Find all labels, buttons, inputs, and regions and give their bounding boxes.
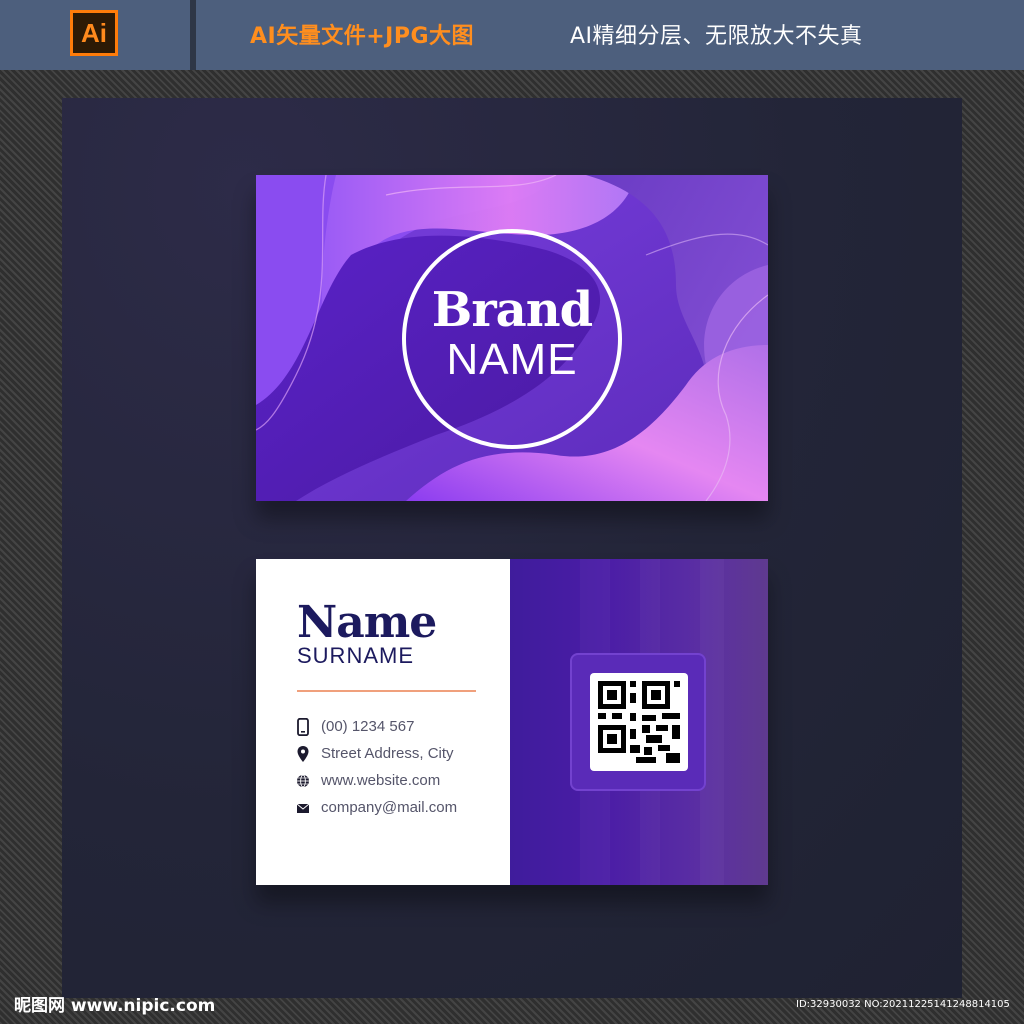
business-card-back: Name SURNAME (00) 1234 567 Street Addres… bbox=[256, 559, 768, 885]
name-divider bbox=[297, 690, 476, 692]
contact-phone: (00) 1234 567 bbox=[296, 716, 506, 738]
feature-text: AI精细分层、无限放大不失真 bbox=[570, 24, 863, 49]
globe-icon bbox=[297, 774, 309, 788]
qr-code bbox=[590, 673, 688, 771]
contact-website: www.website.com bbox=[296, 770, 506, 792]
header-divider bbox=[190, 0, 196, 70]
contact-email: company@mail.com bbox=[296, 797, 506, 819]
phone-icon bbox=[297, 718, 309, 736]
brand-title: Brand bbox=[431, 282, 593, 338]
brand-subtitle: NAME bbox=[446, 335, 578, 384]
email-text: company@mail.com bbox=[321, 799, 458, 816]
card-info-side: Name SURNAME (00) 1234 567 Street Addres… bbox=[256, 559, 510, 885]
mail-icon bbox=[296, 803, 310, 813]
site-watermark: 昵图网 www.nipic.com bbox=[14, 996, 216, 1016]
contact-address: Street Address, City bbox=[296, 743, 506, 765]
illustrator-logo-icon: Ai bbox=[70, 10, 118, 56]
person-surname: SURNAME bbox=[297, 643, 415, 668]
phone-text: (00) 1234 567 bbox=[321, 718, 415, 735]
address-text: Street Address, City bbox=[321, 745, 454, 762]
qr-code-icon bbox=[598, 681, 680, 763]
promo-text: AI矢量文件+JPG大图 bbox=[250, 24, 475, 49]
person-name: Name bbox=[297, 597, 437, 648]
image-id-watermark: ID:32930032 NO:20211225141248814105 bbox=[796, 999, 1010, 1010]
header-banner: Ai AI矢量文件+JPG大图 AI精细分层、无限放大不失真 bbox=[0, 0, 1024, 70]
location-pin-icon bbox=[297, 746, 309, 762]
website-text: www.website.com bbox=[321, 772, 441, 789]
